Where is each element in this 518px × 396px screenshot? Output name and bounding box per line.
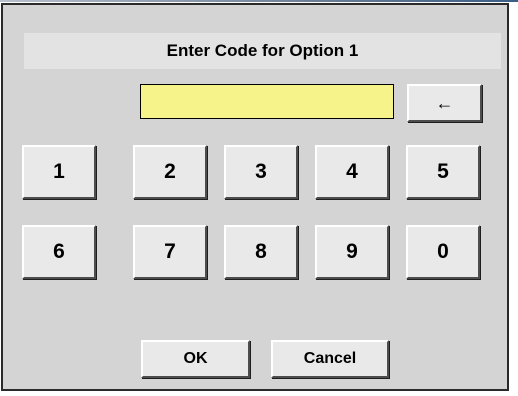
key-0-button[interactable]: 0 — [406, 225, 480, 279]
back-arrow-icon: ← — [435, 92, 454, 113]
key-5-button[interactable]: 5 — [406, 145, 480, 199]
ok-button[interactable]: OK — [141, 340, 250, 378]
code-input-field[interactable] — [140, 84, 394, 119]
key-6-button[interactable]: 6 — [22, 225, 96, 279]
backspace-button[interactable]: ← — [407, 84, 482, 122]
dialog-title: Enter Code for Option 1 — [24, 33, 501, 69]
key-8-button[interactable]: 8 — [224, 225, 298, 279]
key-4-button[interactable]: 4 — [315, 145, 389, 199]
key-9-button[interactable]: 9 — [315, 225, 389, 279]
key-7-button[interactable]: 7 — [133, 225, 207, 279]
key-3-button[interactable]: 3 — [224, 145, 298, 199]
key-2-button[interactable]: 2 — [133, 145, 207, 199]
cancel-button[interactable]: Cancel — [271, 340, 389, 378]
window-top-edge — [0, 0, 518, 2]
code-entry-dialog: Enter Code for Option 1 ← 1 2 3 4 5 6 7 … — [1, 3, 509, 391]
key-1-button[interactable]: 1 — [22, 145, 96, 199]
